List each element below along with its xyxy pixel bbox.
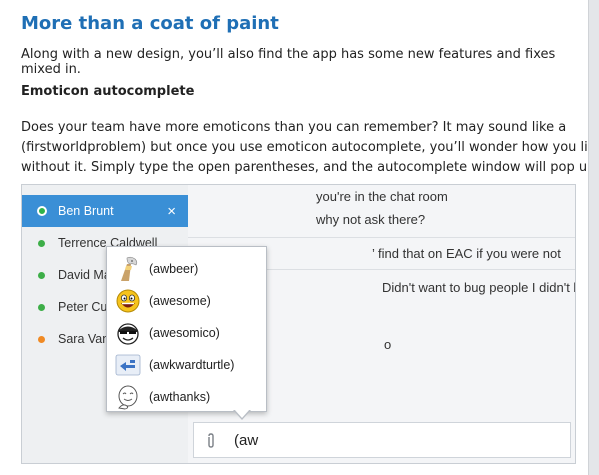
autocomplete-item[interactable]: (awesomico) bbox=[107, 317, 266, 349]
online-status-icon bbox=[38, 271, 45, 279]
contact-name: Sara Van bbox=[58, 332, 110, 346]
article-title: More than a coat of paint bbox=[21, 13, 279, 34]
awesome-face-icon bbox=[116, 289, 140, 313]
beer-icon bbox=[121, 256, 138, 281]
autocomplete-item[interactable]: (awkwardturtle) bbox=[107, 349, 266, 381]
message-composer[interactable] bbox=[193, 422, 571, 458]
online-status-icon bbox=[38, 303, 45, 311]
body-paragraph: Does your team have more emoticons than … bbox=[21, 118, 599, 178]
online-status-icon bbox=[38, 239, 45, 247]
emoticon-code: (awthanks) bbox=[149, 390, 211, 404]
section-heading: Emoticon autocomplete bbox=[21, 84, 195, 99]
emoticon-code: (awbeer) bbox=[149, 262, 199, 276]
emoticon-code: (awkwardturtle) bbox=[149, 358, 235, 372]
chat-app-screenshot: Ben Brunt × Terrence Caldwell David Ma P… bbox=[21, 184, 576, 464]
emoticon-code: (awesomico) bbox=[149, 326, 220, 340]
message-divider bbox=[188, 237, 575, 238]
popup-pointer-fill bbox=[234, 409, 250, 418]
body-line: (firstworldproblem) but once you use emo… bbox=[21, 140, 599, 155]
page-scrollbar[interactable] bbox=[588, 0, 599, 475]
chat-message-line: you're in the chat room bbox=[316, 189, 448, 204]
online-status-icon bbox=[37, 206, 47, 216]
body-line: Does your team have more emoticons than … bbox=[21, 120, 567, 135]
autocomplete-item[interactable]: (awesome) bbox=[107, 285, 266, 317]
contact-name: Ben Brunt bbox=[58, 204, 114, 218]
body-line: without it. Simply type the open parenth… bbox=[21, 160, 599, 175]
away-status-icon bbox=[38, 335, 45, 343]
contact-name: David Ma bbox=[58, 268, 111, 282]
awthanks-face-icon bbox=[118, 385, 138, 410]
awkward-turtle-icon bbox=[115, 354, 141, 376]
chat-message-line: why not ask there? bbox=[316, 212, 426, 227]
emoticon-autocomplete-popup: (awbeer) (awesome) (awesomico) (awkwardt… bbox=[106, 246, 267, 412]
chat-message-line: Didn't want to bug people I didn't l bbox=[382, 280, 576, 295]
sidebar-item-ben-brunt[interactable]: Ben Brunt × bbox=[22, 195, 188, 227]
autocomplete-item[interactable]: (awbeer) bbox=[107, 253, 266, 285]
message-input[interactable] bbox=[234, 432, 434, 449]
emoticon-code: (awesome) bbox=[149, 294, 211, 308]
close-icon[interactable]: × bbox=[167, 203, 176, 220]
awesomico-face-icon bbox=[117, 323, 139, 345]
intro-paragraph: Along with a new design, you’ll also fin… bbox=[21, 47, 556, 77]
paperclip-icon[interactable] bbox=[206, 433, 216, 452]
contact-name: Peter Cu bbox=[58, 300, 108, 314]
chat-message-line: ’ find that on EAC if you were not bbox=[372, 246, 561, 261]
chat-message-line: o bbox=[384, 337, 392, 352]
article: More than a coat of paint Along with a n… bbox=[0, 0, 599, 475]
